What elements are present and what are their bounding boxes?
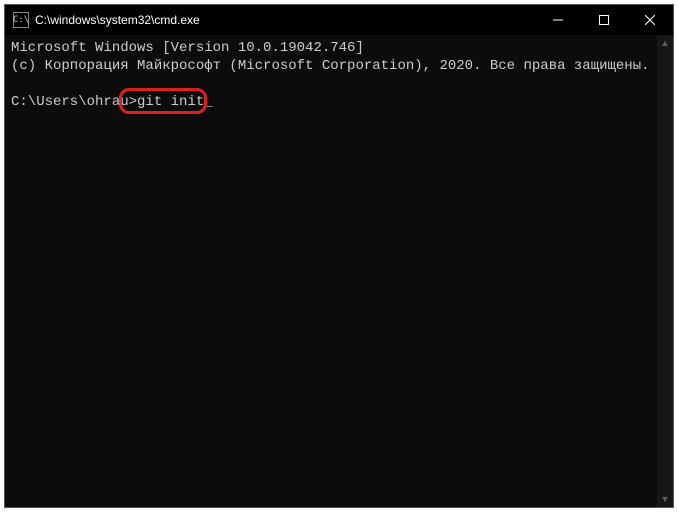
command-text: git init xyxy=(137,94,204,110)
scroll-up-icon[interactable]: ▲ xyxy=(657,35,673,51)
close-button[interactable] xyxy=(627,5,673,35)
title-bar[interactable]: C:\ C:\windows\system32\cmd.exe xyxy=(5,5,673,35)
version-line: Microsoft Windows [Version 10.0.19042.74… xyxy=(11,39,651,57)
scrollbar[interactable]: ▲ ▼ xyxy=(657,35,673,507)
close-icon xyxy=(645,15,655,25)
cmd-window: C:\ C:\windows\system32\cmd.exe Microsof… xyxy=(4,4,674,508)
blank-line xyxy=(11,75,651,93)
cursor: _ xyxy=(204,94,212,110)
minimize-button[interactable] xyxy=(535,5,581,35)
prompt-line: C:\Users\ohrau>git init_ xyxy=(11,93,213,111)
terminal-body: Microsoft Windows [Version 10.0.19042.74… xyxy=(5,35,673,507)
terminal-content[interactable]: Microsoft Windows [Version 10.0.19042.74… xyxy=(5,35,657,507)
maximize-icon xyxy=(599,15,609,25)
scroll-down-icon[interactable]: ▼ xyxy=(657,491,673,507)
maximize-button[interactable] xyxy=(581,5,627,35)
minimize-icon xyxy=(553,15,563,25)
prompt-text: C:\Users\ohrau> xyxy=(11,94,137,110)
copyright-line: (c) Корпорация Майкрософт (Microsoft Cor… xyxy=(11,57,651,75)
window-title: C:\windows\system32\cmd.exe xyxy=(35,13,535,27)
title-buttons xyxy=(535,5,673,35)
cmd-icon: C:\ xyxy=(13,12,29,28)
